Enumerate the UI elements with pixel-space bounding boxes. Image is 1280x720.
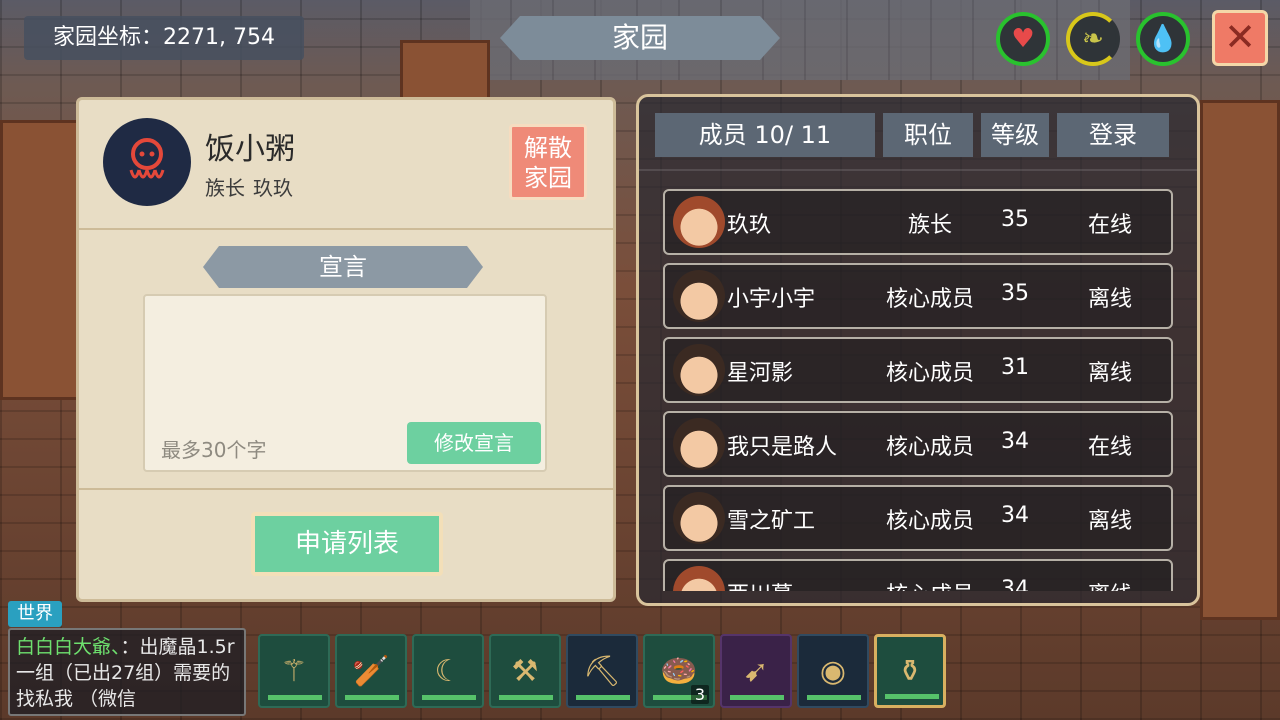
member-role: 核心成员 — [885, 435, 974, 460]
close-button[interactable]: ✕ — [1212, 10, 1268, 66]
hotbar-slot[interactable]: ⛏ — [566, 634, 638, 708]
member-avatar — [673, 492, 725, 544]
clan-emblem-octopus-icon — [103, 118, 191, 206]
member-list[interactable]: 玖玖 族长 35 在线 小宇小宇 核心成员 35 离线 星河影 核心成员 31 离线 我只是路人 核心成员… — [663, 189, 1173, 591]
member-role: 核心成员 — [885, 509, 974, 534]
durability-bar — [730, 695, 784, 700]
member-name: 星河影 — [727, 361, 794, 386]
member-row[interactable]: 雪之矿工 核心成员 34 离线 — [663, 485, 1173, 551]
hotbar-slot[interactable]: ⚱ — [874, 634, 946, 708]
member-avatar — [673, 566, 725, 591]
member-name: 我只是路人 — [727, 435, 838, 460]
member-row[interactable]: 西川暮 核心成员 34 离线 — [663, 559, 1173, 591]
member-status: 在线 — [1087, 435, 1132, 460]
member-status: 离线 — [1087, 361, 1132, 386]
durability-bar — [422, 695, 476, 700]
clan-name: 饭小粥 — [205, 132, 295, 167]
member-name: 玖玖 — [727, 213, 772, 238]
member-avatar — [673, 270, 725, 322]
health-icon[interactable]: ♥ — [996, 12, 1050, 66]
member-role: 核心成员 — [885, 287, 974, 312]
hotbar-slot[interactable]: ➹ — [720, 634, 792, 708]
member-status: 离线 — [1087, 509, 1132, 534]
header-members[interactable]: 成员 10/ 11 — [655, 113, 875, 157]
member-name: 小宇小宇 — [727, 287, 816, 312]
durability-bar — [576, 695, 630, 700]
durability-bar — [345, 695, 399, 700]
chat-channel-tab[interactable]: 世界 — [8, 601, 62, 627]
member-name: 雪之矿工 — [727, 509, 816, 534]
club-icon: 🏏 — [352, 653, 390, 689]
hotbar-slot[interactable]: 🍩 3 — [643, 634, 715, 708]
member-list-panel: 成员 10/ 11 职位 等级 登录 玖玖 族长 35 在线 小宇小宇 核心成员 35 离线星… — [636, 94, 1200, 606]
header-position[interactable]: 职位 — [883, 113, 973, 157]
application-list-button[interactable]: 申请列表 — [251, 512, 443, 576]
pickaxe-icon: ⛏ — [582, 653, 622, 689]
hotbar-slot[interactable]: 🏏 — [335, 634, 407, 708]
crate-stack — [0, 120, 80, 400]
divider — [79, 228, 613, 230]
durability-bar — [885, 694, 939, 699]
member-row[interactable]: 小宇小宇 核心成员 35 离线 — [663, 263, 1173, 329]
crate-stack — [1200, 100, 1280, 620]
manifesto-title: 宣言 — [203, 246, 483, 288]
clan-leader: 族长 玖玖 — [205, 172, 293, 201]
member-status: 离线 — [1087, 287, 1132, 312]
hotbar-slot[interactable]: ⚚ — [258, 634, 330, 708]
sickle-icon: ☾ — [434, 653, 462, 689]
manifesto-text-area[interactable]: 最多30个字 修改宣言 — [143, 294, 547, 472]
member-role: 族长 — [907, 213, 952, 238]
member-level: 35 — [1001, 281, 1029, 306]
axe-icon: ⚒ — [511, 653, 539, 689]
member-avatar — [673, 196, 725, 248]
leader-role-label: 族长 — [205, 176, 245, 200]
member-avatar — [673, 344, 725, 396]
header-login[interactable]: 登录 — [1057, 113, 1169, 157]
home-coordinates: 家园坐标：2271, 754 — [24, 16, 304, 60]
page-title: 家园 — [500, 16, 780, 60]
edit-manifesto-button[interactable]: 修改宣言 — [407, 422, 541, 464]
member-level: 35 — [1001, 207, 1029, 232]
header-level[interactable]: 等级 — [981, 113, 1049, 157]
member-status: 在线 — [1087, 213, 1132, 238]
staff-icon: ⚚ — [280, 653, 308, 689]
disband-clan-button[interactable]: 解散 家园 — [509, 124, 587, 200]
crate — [400, 40, 490, 100]
durability-bar — [807, 695, 861, 700]
chat-message-box[interactable]: 白白白大爺、：出魔晶1.5r一组（已出27组）需要的找私我 （微信 — [8, 628, 246, 716]
member-level: 34 — [1001, 503, 1029, 528]
member-row[interactable]: 我只是路人 核心成员 34 在线 — [663, 411, 1173, 477]
member-role: 核心成员 — [885, 361, 974, 386]
manifesto-hint: 最多30个字 — [161, 438, 267, 462]
leader-name: 玖玖 — [253, 176, 293, 200]
member-avatar — [673, 418, 725, 470]
member-name: 西川暮 — [727, 577, 793, 591]
member-row[interactable]: 玖玖 族长 35 在线 — [663, 189, 1173, 255]
manifesto-text — [145, 296, 545, 316]
thirst-icon[interactable]: 💧 — [1136, 12, 1190, 66]
buns-icon: 🍩 — [660, 653, 698, 689]
member-level: 34 — [1001, 429, 1029, 454]
chat-sender[interactable]: 白白白大爺、 — [16, 636, 121, 658]
hotbar-slot[interactable]: ◉ — [797, 634, 869, 708]
member-row[interactable]: 星河影 核心成员 31 离线 — [663, 337, 1173, 403]
pouch-icon: ⚱ — [897, 653, 923, 689]
member-level: 31 — [1001, 355, 1029, 380]
hotbar-slot[interactable]: ⚒ — [489, 634, 561, 708]
clan-info-panel: 饭小粥 族长 玖玖 解散 家园 宣言 最多30个字 修改宣言 申请列表 — [76, 97, 616, 602]
member-role: 核心成员 — [875, 577, 985, 591]
member-level: 34 — [1001, 577, 1029, 591]
member-status: 离线 — [1065, 577, 1155, 591]
hunger-icon[interactable]: ❧ — [1066, 12, 1120, 66]
bow-icon: ➹ — [743, 653, 769, 689]
divider — [639, 169, 1197, 171]
durability-bar — [499, 695, 553, 700]
hotbar-slot[interactable]: ☾ — [412, 634, 484, 708]
item-count: 3 — [690, 685, 709, 704]
durability-bar — [268, 695, 322, 700]
orb-icon: ◉ — [819, 653, 847, 689]
divider — [79, 488, 613, 490]
